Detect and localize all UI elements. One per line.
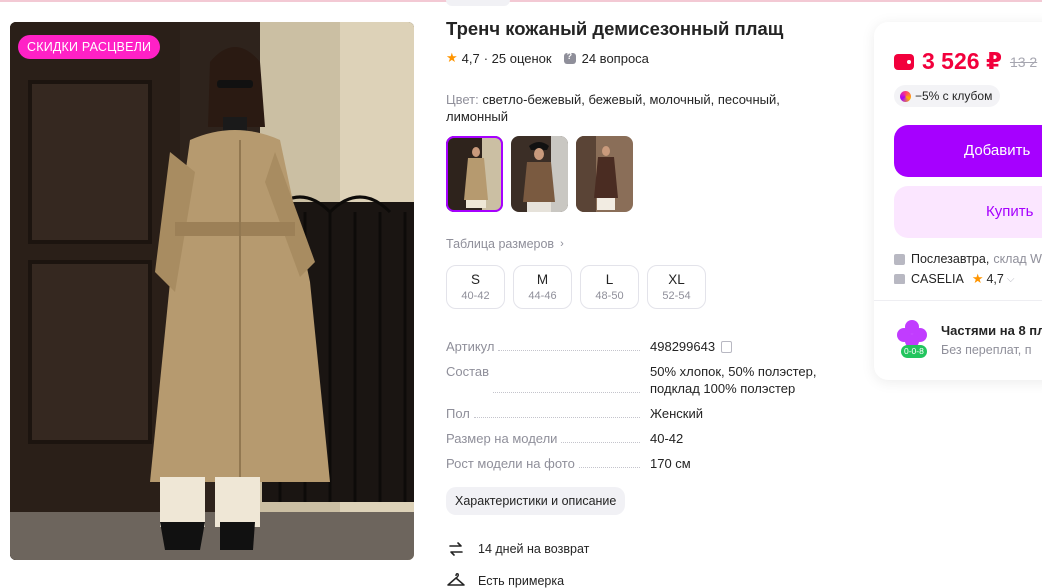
color-label: Цвет: [446,92,479,107]
product-specs: Артикул 498299643 Состав 50% хлопок, 50%… [446,338,846,480]
thumbnail-3-image [576,136,633,212]
size-option-l[interactable]: L 48-50 [580,265,639,309]
seller-row[interactable]: CASELIA ★ 4,7 ⌵ [894,271,1014,287]
installments-offer[interactable]: 0-0-8 Частями на 8 пл Без переплат, п [894,318,1042,358]
star-icon: ★ [971,271,984,286]
chevron-right-icon: › [560,238,564,250]
club-icon [900,90,911,102]
installments-subtitle: Без переплат, п [941,343,1032,357]
chevron-down-icon: ⌵ [1006,273,1015,285]
spec-key: Размер на модели [446,430,562,447]
spec-key: Состав [446,363,494,397]
size-selector: S 40-42 M 44-46 L 48-50 XL 52-54 [446,265,706,309]
purchase-card: 3 526 ₽ 13 2 −5% с клубом Добавить Купит… [874,22,1042,380]
installments-title: Частями на 8 пл [941,323,1042,338]
size-option-m[interactable]: M 44-46 [513,265,572,309]
spec-row-model-height: Рост модели на фото 170 см [446,455,846,472]
main-product-photo[interactable]: СКИДКИ РАСЦВЕЛИ [10,22,414,560]
color-value: светло-бежевый, бежевый, молочный, песоч… [446,92,780,124]
card-divider [874,300,1042,301]
characteristics-button[interactable]: Характеристики и описание [446,487,626,515]
thumbnail-2-image [511,136,568,212]
flower-icon: 0-0-8 [894,318,930,358]
thumbnail-2[interactable] [511,136,568,212]
spec-key: Артикул [446,338,499,355]
price-row: 3 526 ₽ 13 2 [894,48,1037,75]
product-title: Тренч кожаный демисезонный плащ [446,18,784,39]
current-price: 3 526 ₽ [922,48,1002,74]
spec-key: Рост модели на фото [446,455,579,472]
spec-value: 498299643 [650,339,716,354]
delivery-info: Послезавтра, склад W [894,252,1042,266]
size-table-link[interactable]: Таблица размеров › [446,237,564,251]
warehouse: склад W [993,252,1042,266]
size-ru: 44-46 [528,290,557,302]
copy-icon[interactable] [721,341,733,353]
color-thumbnails [446,136,633,212]
top-tab-stub [446,0,510,6]
photo-illustration [10,22,414,560]
size-option-s[interactable]: S 40-42 [446,265,505,309]
delivery-date: Послезавтра, [911,252,990,266]
reviews-count[interactable]: · 25 оценок [484,51,552,66]
spec-value: 50% хлопок, 50% полэстер, подклад 100% п… [650,364,817,396]
buy-now-button[interactable]: Купить [894,186,1042,238]
spec-value: 40-42 [650,431,684,446]
star-icon: ★ [446,50,458,65]
size-label: XL [668,272,685,287]
spec-value: 170 см [650,456,691,471]
thumbnail-1-image [446,136,503,212]
add-to-cart-button[interactable]: Добавить [894,125,1042,177]
spec-key: Пол [446,405,474,422]
questions-count[interactable]: 24 вопроса [582,51,649,66]
fitting-feature: Есть примерка [446,571,564,588]
spec-value: Женский [650,406,703,421]
return-arrows-icon [449,542,463,556]
thumbnail-1[interactable] [446,136,503,212]
color-info: Цвет: светло-бежевый, бежевый, молочный,… [446,91,806,125]
size-label: L [605,272,614,287]
sale-badge: СКИДКИ РАСЦВЕЛИ [18,35,161,59]
size-label: S [470,272,480,287]
club-discount-text: −5% с клубом [915,89,993,103]
size-ru: 48-50 [595,290,624,302]
size-label: M [536,272,549,287]
wallet-icon [894,53,914,70]
returns-text: 14 дней на возврат [478,542,590,556]
shop-icon [894,274,905,284]
box-icon [894,253,905,265]
spec-row-composition: Состав 50% хлопок, 50% полэстер, подклад… [446,363,846,397]
spec-row-gender: Пол Женский [446,405,846,422]
seller-name[interactable]: CASELIA [911,272,964,286]
thumbnail-3[interactable] [576,136,633,212]
seller-rating: 4,7 [986,272,1004,286]
old-price: 13 2 [1009,53,1038,70]
size-ru: 52-54 [662,290,691,302]
club-discount-badge[interactable]: −5% с клубом [894,85,1001,107]
question-icon [563,51,576,64]
fitting-text: Есть примерка [478,574,565,588]
rating-row[interactable]: ★ 4,7 · 25 оценок 24 вопроса [446,50,649,66]
product-page: СКИДКИ РАСЦВЕЛИ Тренч кожаный демисезонн… [0,0,1042,588]
installments-badge: 0-0-8 [901,345,927,358]
spec-row-model-size: Размер на модели 40-42 [446,430,846,447]
spec-row-article: Артикул 498299643 [446,338,846,355]
top-divider [0,0,1042,2]
rating-value: 4,7 [461,50,480,66]
size-option-xl[interactable]: XL 52-54 [647,265,706,309]
returns-feature: 14 дней на возврат [446,539,589,559]
hanger-icon [447,573,465,586]
size-ru: 40-42 [461,290,490,302]
size-table-label: Таблица размеров [446,237,555,251]
